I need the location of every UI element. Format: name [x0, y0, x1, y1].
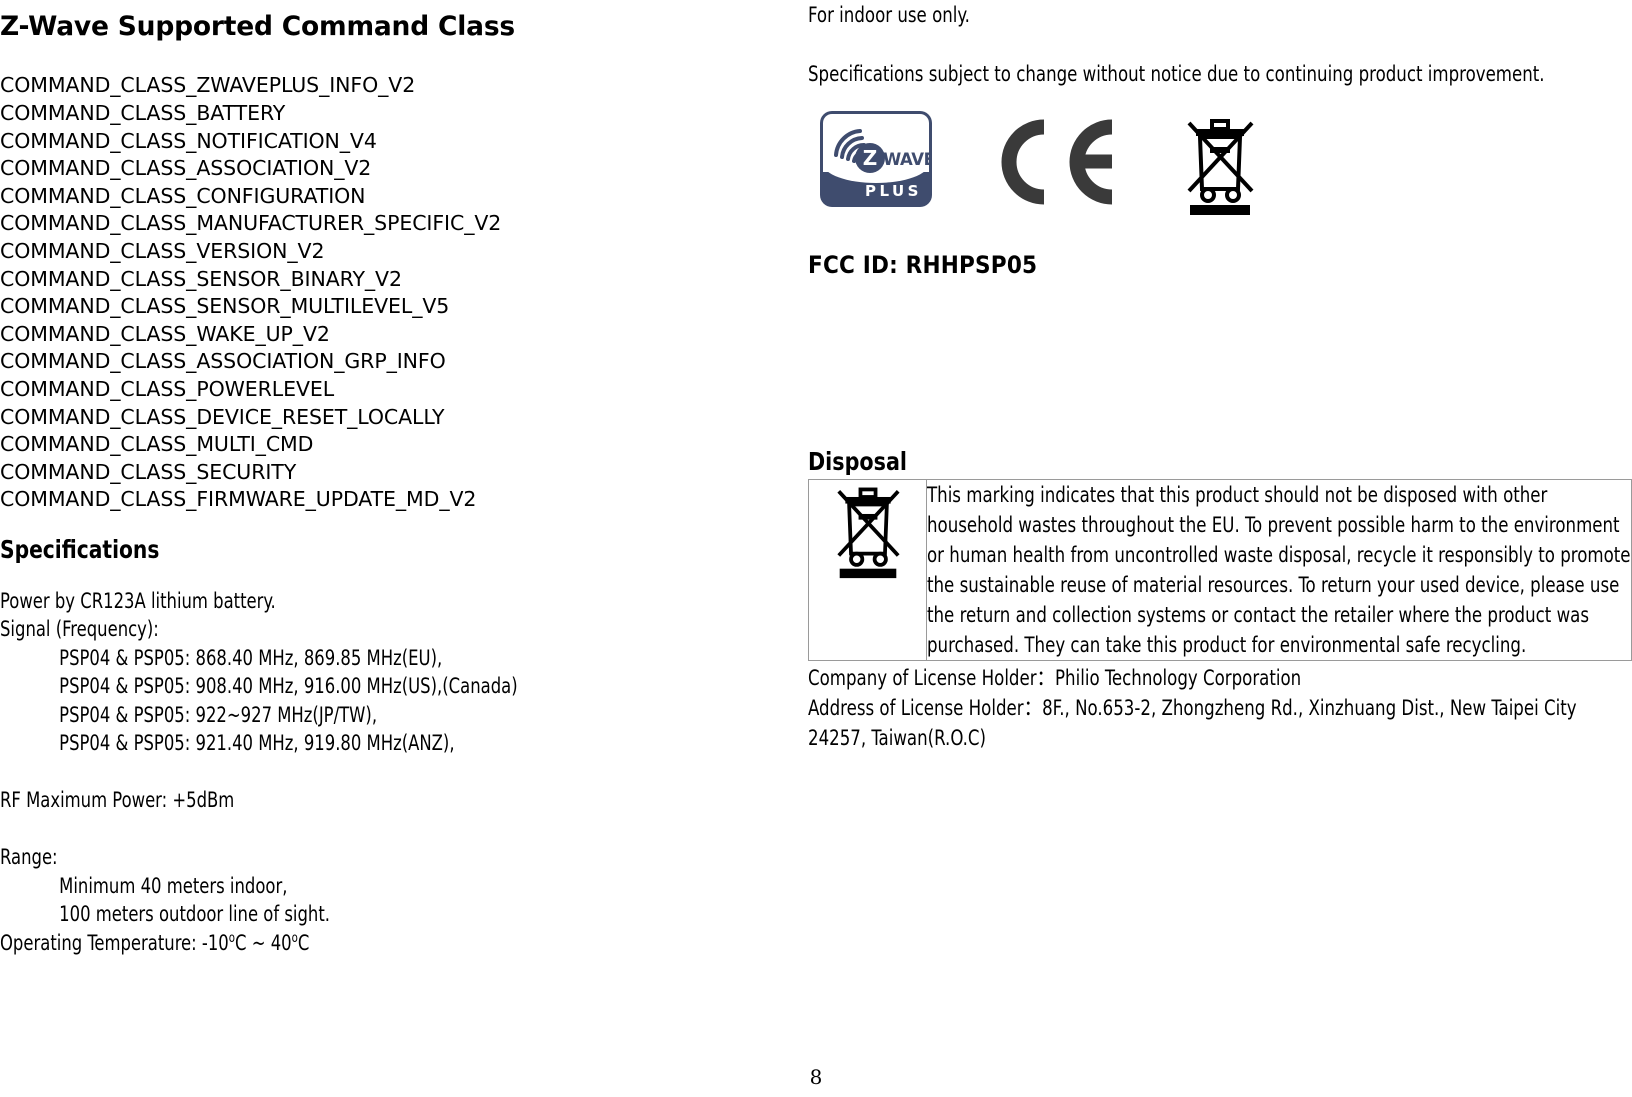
- list-item: COMMAND_CLASS_BATTERY: [0, 101, 286, 126]
- list-item: COMMAND_CLASS_MULTI_CMD: [0, 432, 314, 457]
- spec-signal-label: Signal (Frequency):: [0, 617, 159, 642]
- address-of-license-holder: Address of License Holder：8F., No.653-2,…: [808, 695, 1577, 750]
- spec-power: Power by CR123A lithium battery.: [0, 588, 276, 613]
- weee-bin-icon: [836, 487, 900, 578]
- spec-signal-anz: PSP04 & PSP05: 921.40 MHz, 919.80 MHz(AN…: [59, 731, 455, 756]
- zwave-plus-subtext: PLUS: [864, 181, 922, 200]
- specifications-body: Power by CR123A lithium battery. Signal …: [0, 587, 700, 958]
- svg-text:Z: Z: [863, 146, 878, 170]
- page-title: Z-Wave Supported Command Class: [0, 11, 515, 42]
- spec-range-outdoor: 100 meters outdoor line of sight.: [59, 902, 331, 927]
- ce-mark-logo: [984, 119, 1134, 209]
- ce-mark-icon: [1001, 119, 1113, 204]
- disposal-text-cell: This marking indicates that this product…: [926, 478, 1632, 661]
- list-item: COMMAND_CLASS_SENSOR_MULTILEVEL_V5: [0, 294, 450, 319]
- spec-rf-power: RF Maximum Power: +5dBm: [0, 788, 235, 813]
- list-item: COMMAND_CLASS_ASSOCIATION_V2: [0, 156, 372, 181]
- list-item: COMMAND_CLASS_POWERLEVEL: [0, 377, 335, 401]
- list-item: COMMAND_CLASS_FIRMWARE_UPDATE_MD_V2: [0, 487, 477, 512]
- spec-signal-eu: PSP04 & PSP05: 868.40 MHz, 869.85 MHz(EU…: [59, 645, 443, 670]
- list-item: COMMAND_CLASS_ZWAVEPLUS_INFO_V2: [0, 73, 416, 98]
- list-item: COMMAND_CLASS_SENSOR_BINARY_V2: [0, 266, 402, 291]
- document-page: Z-Wave Supported Command Class COMMAND_C…: [0, 0, 1632, 1097]
- spec-range-indoor: Minimum 40 meters indoor,: [59, 873, 288, 898]
- table-row: This marking indicates that this product…: [808, 478, 1632, 661]
- op-temp-suffix: C: [297, 930, 310, 955]
- specifications-heading: Specifications: [0, 534, 160, 564]
- zwave-plus-logo: Z WAVE PLUS: [808, 110, 932, 207]
- disposal-table: This marking indicates that this product…: [808, 478, 1632, 661]
- list-item: COMMAND_CLASS_WAKE_UP_V2: [0, 321, 330, 346]
- disposal-heading: Disposal: [808, 446, 907, 476]
- list-item: COMMAND_CLASS_DEVICE_RESET_LOCALLY: [0, 404, 445, 429]
- right-column: For indoor use only. Specifications subj…: [808, 0, 1632, 753]
- fcc-id: FCC ID: RHHPSP05: [808, 250, 1038, 279]
- indoor-use-note: For indoor use only.: [808, 3, 970, 27]
- spec-signal-jptw: PSP04 & PSP05: 922~927 MHz(JP/TW),: [59, 702, 378, 727]
- disposal-text: This marking indicates that this product…: [927, 482, 1631, 657]
- spec-range-label: Range:: [0, 845, 58, 870]
- weee-bin-logo: [1184, 111, 1256, 221]
- spec-signal-us: PSP04 & PSP05: 908.40 MHz, 916.00 MHz(US…: [59, 674, 518, 699]
- op-temp-prefix: Operating Temperature: -10: [0, 930, 229, 955]
- list-item: COMMAND_CLASS_CONFIGURATION: [0, 183, 366, 208]
- list-item: COMMAND_CLASS_MANUFACTURER_SPECIFIC_V2: [0, 211, 502, 236]
- list-item: COMMAND_CLASS_ASSOCIATION_GRP_INFO: [0, 349, 446, 374]
- list-item: COMMAND_CLASS_NOTIFICATION_V4: [0, 128, 377, 153]
- spec-operating-temperature: Operating Temperature: -10oC ~ 40oC: [0, 929, 700, 958]
- weee-bin-icon: [1187, 118, 1254, 215]
- specifications-disclaimer: Specifications subject to change without…: [808, 61, 1545, 86]
- list-item: COMMAND_CLASS_VERSION_V2: [0, 239, 325, 264]
- list-item: COMMAND_CLASS_SECURITY: [0, 459, 297, 484]
- left-column: Z-Wave Supported Command Class COMMAND_C…: [0, 11, 700, 958]
- disposal-icon-cell: [808, 478, 927, 661]
- svg-text:WAVE: WAVE: [883, 150, 932, 169]
- command-class-list: COMMAND_CLASS_ZWAVEPLUS_INFO_V2 COMMAND_…: [0, 72, 700, 514]
- page-number: 8: [809, 1065, 823, 1089]
- indoor-note-block: For indoor use only. Specifications subj…: [808, 0, 1632, 89]
- license-holder-info: Company of License Holder：Philio Technol…: [808, 663, 1632, 753]
- company-of-license-holder: Company of License Holder：Philio Technol…: [808, 665, 1302, 690]
- certification-logos: Z WAVE PLUS: [808, 110, 1632, 215]
- op-temp-mid: C ~ 40: [235, 930, 292, 955]
